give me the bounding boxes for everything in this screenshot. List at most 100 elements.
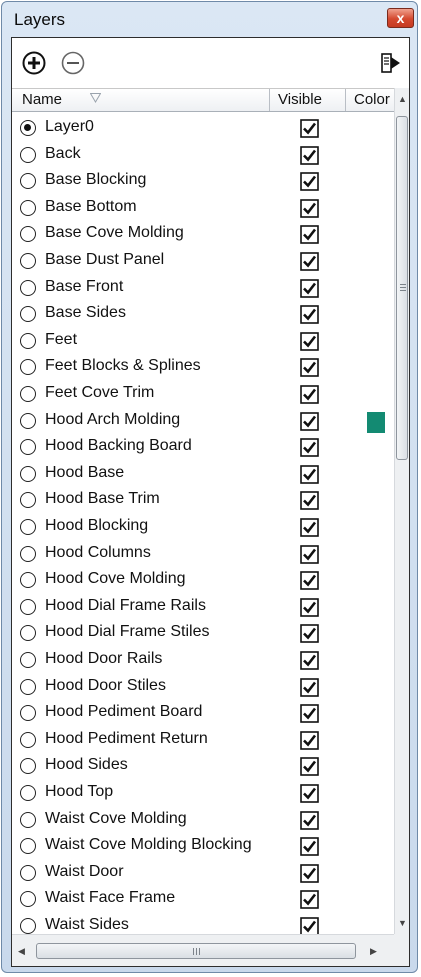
layer-row[interactable]: Base Bottom [12, 196, 394, 222]
visible-checkbox[interactable] [300, 145, 319, 165]
layer-row[interactable]: Base Front [12, 276, 394, 302]
layer-name[interactable]: Base Sides [45, 304, 126, 322]
layer-color-swatch[interactable] [367, 411, 385, 433]
layer-name[interactable]: Hood Arch Molding [45, 411, 180, 429]
layer-row[interactable]: Feet Blocks & Splines [12, 355, 394, 381]
layer-name[interactable]: Base Dust Panel [45, 251, 164, 269]
visible-checkbox[interactable] [300, 119, 319, 138]
active-layer-radio[interactable] [20, 545, 36, 562]
resize-grip[interactable] [394, 934, 409, 966]
active-layer-radio[interactable] [20, 226, 36, 243]
column-header-name[interactable]: Name [22, 89, 262, 111]
layer-row[interactable]: Base Sides [12, 302, 394, 328]
layer-name[interactable]: Feet [45, 331, 77, 349]
layer-name[interactable]: Waist Door [45, 863, 124, 881]
layer-row[interactable]: Hood Dial Frame Rails [12, 595, 394, 621]
visible-checkbox[interactable] [300, 331, 319, 351]
active-layer-radio[interactable] [20, 572, 36, 589]
active-layer-radio[interactable] [20, 652, 36, 668]
layer-row[interactable]: Hood Cove Molding [12, 568, 394, 594]
visible-checkbox[interactable] [300, 863, 319, 883]
visible-checkbox[interactable] [300, 252, 319, 271]
active-layer-radio[interactable] [20, 705, 36, 722]
layer-row[interactable]: Hood Columns [12, 542, 394, 568]
layer-name[interactable]: Waist Cove Molding [45, 810, 187, 828]
active-layer-radio[interactable] [20, 306, 36, 323]
layer-row[interactable]: Back [12, 143, 394, 169]
active-layer-radio[interactable] [20, 173, 36, 190]
visible-checkbox[interactable] [300, 624, 319, 644]
active-layer-radio[interactable] [20, 598, 36, 615]
active-layer-radio[interactable] [20, 199, 36, 216]
visible-checkbox[interactable] [300, 757, 319, 777]
layer-name[interactable]: Hood Sides [45, 756, 128, 774]
visible-checkbox[interactable] [300, 198, 319, 218]
layer-name[interactable]: Base Cove Molding [45, 224, 184, 242]
layer-name[interactable]: Feet Blocks & Splines [45, 357, 201, 375]
layer-name[interactable]: Hood Dial Frame Stiles [45, 623, 210, 641]
layer-name[interactable]: Feet Cove Trim [45, 384, 154, 402]
layer-name[interactable]: Waist Sides [45, 916, 129, 934]
layer-name[interactable]: Base Front [45, 278, 123, 296]
active-layer-radio[interactable] [20, 492, 36, 509]
visible-checkbox[interactable] [300, 172, 319, 191]
horizontal-scrollbar[interactable]: ◀ ▶ [12, 934, 394, 966]
active-layer-radio[interactable] [20, 439, 36, 456]
active-layer-radio[interactable] [20, 412, 36, 429]
column-divider[interactable] [345, 89, 346, 111]
layer-name[interactable]: Hood Dial Frame Rails [45, 597, 206, 615]
layer-name[interactable]: Layer0 [45, 118, 94, 136]
layer-row[interactable]: Hood Arch Molding [12, 409, 394, 435]
visible-checkbox[interactable] [300, 491, 319, 511]
scroll-down-arrow-icon[interactable]: ▼ [398, 918, 407, 928]
visible-checkbox[interactable] [300, 225, 319, 245]
layer-name[interactable]: Hood Columns [45, 544, 151, 562]
layer-name[interactable]: Hood Base [45, 464, 124, 482]
active-layer-radio[interactable] [20, 279, 36, 296]
active-layer-radio[interactable] [20, 253, 36, 269]
visible-checkbox[interactable] [300, 704, 319, 723]
active-layer-radio[interactable] [20, 625, 36, 642]
scroll-up-arrow-icon[interactable]: ▲ [398, 94, 407, 104]
visible-checkbox[interactable] [300, 385, 319, 404]
layer-row[interactable]: Base Cove Molding [12, 222, 394, 248]
layer-row[interactable]: Waist Cove Molding [12, 808, 394, 834]
layer-row[interactable]: Hood Backing Board [12, 435, 394, 461]
visible-checkbox[interactable] [300, 917, 319, 934]
close-button[interactable]: x [387, 8, 414, 28]
active-layer-radio[interactable] [20, 918, 36, 934]
active-layer-radio[interactable] [20, 731, 36, 748]
scroll-right-arrow-icon[interactable]: ▶ [370, 946, 377, 957]
layer-row[interactable]: Waist Sides [12, 914, 394, 934]
active-layer-radio[interactable] [20, 359, 36, 376]
layer-name[interactable]: Hood Door Stiles [45, 677, 166, 695]
visible-checkbox[interactable] [300, 651, 319, 670]
active-layer-radio[interactable] [20, 519, 36, 535]
active-layer-radio[interactable] [20, 465, 36, 482]
visible-checkbox[interactable] [300, 518, 319, 537]
column-divider[interactable] [269, 89, 270, 111]
layer-name[interactable]: Base Bottom [45, 198, 137, 216]
active-layer-radio[interactable] [20, 386, 36, 402]
visible-checkbox[interactable] [300, 464, 319, 484]
visible-checkbox[interactable] [300, 730, 319, 750]
layer-row[interactable]: Feet [12, 329, 394, 355]
column-header-visible[interactable]: Visible [278, 89, 344, 111]
layer-row[interactable]: Feet Cove Trim [12, 382, 394, 408]
visible-checkbox[interactable] [300, 890, 319, 910]
layer-row[interactable]: Hood Sides [12, 754, 394, 780]
active-layer-radio[interactable] [20, 146, 36, 163]
visible-checkbox[interactable] [300, 810, 319, 830]
layer-name[interactable]: Waist Cove Molding Blocking [45, 836, 252, 854]
layer-row[interactable]: Waist Door [12, 861, 394, 887]
layer-name[interactable]: Waist Face Frame [45, 889, 175, 907]
layer-name[interactable]: Hood Blocking [45, 517, 148, 535]
visible-checkbox[interactable] [300, 278, 319, 298]
active-layer-radio[interactable] [20, 864, 36, 881]
visible-checkbox[interactable] [300, 784, 319, 803]
delete-layer-button[interactable] [61, 51, 85, 75]
layer-row[interactable]: Layer0 [12, 116, 394, 142]
visible-checkbox[interactable] [300, 837, 319, 856]
active-layer-radio[interactable] [20, 785, 36, 801]
add-layer-button[interactable] [22, 51, 46, 75]
